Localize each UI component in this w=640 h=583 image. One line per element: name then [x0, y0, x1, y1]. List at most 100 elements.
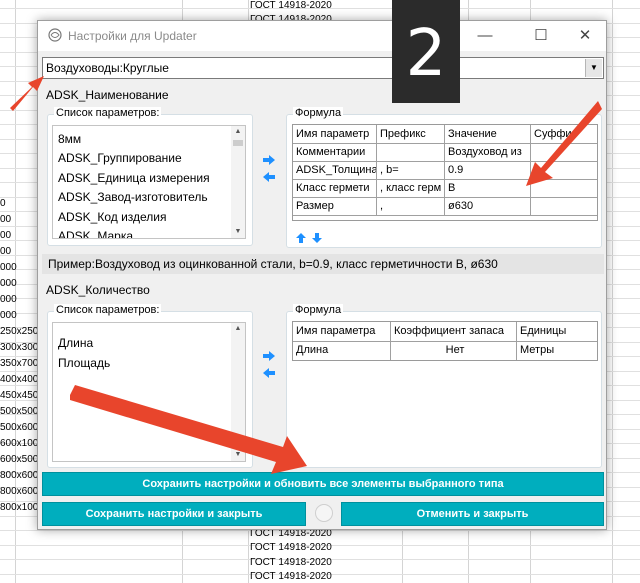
column-header[interactable]: Суффи — [531, 125, 597, 144]
table-cell[interactable] — [531, 162, 597, 180]
bg-size-cell: 000 — [0, 278, 17, 289]
table-cell[interactable]: ADSK_Толщина — [293, 162, 377, 180]
qty-formula-label: Формула — [293, 304, 344, 316]
scroll-thumb[interactable] — [233, 140, 243, 146]
column-header[interactable]: Значение — [445, 125, 531, 144]
table-cell[interactable]: B — [445, 180, 531, 198]
app-swirl-icon — [48, 28, 62, 42]
column-header[interactable]: Префикс — [377, 125, 445, 144]
scroll-down-icon[interactable]: ▼ — [231, 449, 245, 461]
column-header[interactable]: Имя параметр — [293, 125, 377, 144]
move-down-arrow-icon[interactable] — [311, 232, 323, 244]
name-formula-label: Формула — [293, 107, 344, 119]
list-item[interactable]: ADSK_Код изделия — [58, 210, 167, 224]
table-cell[interactable]: , b= — [377, 162, 445, 180]
bg-size-cell: 000 — [0, 294, 17, 305]
family-type-value: Воздуховоды:Круглые — [46, 61, 169, 75]
bg-size-cell: 00 — [0, 214, 12, 225]
name-formula-table[interactable]: Имя параметр Префикс Значение Суффи Комм… — [292, 124, 598, 221]
table-cell[interactable]: Класс гермети — [293, 180, 377, 198]
bg-size-cell: 350x700 — [0, 358, 39, 369]
table-cell[interactable]: Комментарии — [293, 144, 377, 162]
cancel-and-close-button[interactable]: Отменить и закрыть — [341, 502, 604, 526]
list-item[interactable]: ADSK_Марка — [58, 229, 133, 238]
save-and-update-button[interactable]: Сохранить настройки и обновить все элеме… — [42, 472, 604, 496]
qty-formula-table[interactable]: Имя параметра Коэффициент запаса Единицы… — [292, 321, 598, 361]
list-item[interactable]: Площадь — [58, 356, 110, 370]
list-item[interactable]: ADSK_Единица измерения — [58, 171, 210, 185]
minimize-button[interactable]: — — [468, 25, 502, 47]
window-title: Настройки для Updater — [68, 29, 197, 43]
table-cell[interactable] — [531, 144, 597, 162]
bg-size-cell: 450x450 — [0, 390, 39, 401]
bg-size-cell: 500x500 — [0, 406, 39, 417]
table-cell[interactable]: 0.9 — [445, 162, 531, 180]
qty-section-title: ADSK_Количество — [46, 283, 150, 297]
bg-size-cell: 250x250 — [0, 326, 39, 337]
column-header[interactable]: Имя параметра — [293, 322, 391, 342]
table-cell[interactable]: Длина — [293, 342, 391, 360]
qty-params-frame: Список параметров: Длина Площадь ▲ ▼ — [47, 304, 253, 468]
move-up-arrow-icon[interactable] — [295, 232, 307, 244]
bg-size-cell: 600x500 — [0, 454, 39, 465]
bg-size-cell: 00 — [0, 230, 12, 241]
scroll-up-icon[interactable]: ▲ — [231, 126, 245, 138]
chevron-down-icon[interactable]: ▼ — [585, 59, 602, 77]
scroll-up-icon[interactable]: ▲ — [231, 323, 245, 335]
table-cell[interactable] — [377, 144, 445, 162]
table-cell[interactable]: Воздуховод из — [445, 144, 531, 162]
example-label: Пример: — [48, 257, 95, 271]
name-params-scrollbar[interactable]: ▲ ▼ — [231, 126, 245, 238]
maximize-button[interactable]: ☐ — [524, 25, 558, 47]
settings-dialog: Настройки для Updater — ☐ ✕ Воздуховоды:… — [37, 20, 607, 530]
table-cell[interactable] — [531, 180, 597, 198]
bg-gost-cell: ГОСТ 14918-2020 — [250, 542, 332, 553]
table-cell[interactable]: Нет — [391, 342, 517, 360]
column-header[interactable]: Коэффициент запаса — [391, 322, 517, 342]
list-item[interactable]: ADSK_Завод-изготовитель — [58, 190, 208, 204]
bg-gost-cell: ГОСТ 14918-2020 — [250, 557, 332, 568]
list-item[interactable]: 8мм — [58, 132, 81, 146]
bg-size-cell: 00 — [0, 246, 12, 257]
table-cell[interactable] — [531, 198, 597, 216]
table-cell[interactable]: , класс герм — [377, 180, 445, 198]
bg-size-cell: 000 — [0, 262, 17, 273]
qty-params-list[interactable]: Длина Площадь ▲ ▼ — [52, 322, 246, 462]
table-cell[interactable]: ø630 — [445, 198, 531, 216]
move-right-arrow-icon[interactable] — [262, 350, 276, 362]
name-section-title: ADSK_Наименование — [46, 88, 169, 102]
list-item[interactable]: ADSK_Группирование — [58, 151, 182, 165]
circle-indicator-icon — [315, 504, 333, 522]
bg-size-cell: 400x400 — [0, 374, 39, 385]
close-button[interactable]: ✕ — [568, 25, 602, 47]
bg-size-cell: 300x300 — [0, 342, 39, 353]
qty-formula-frame: Формула Имя параметра Коэффициент запаса… — [286, 304, 602, 468]
column-header[interactable]: Единицы — [517, 322, 597, 342]
name-params-frame: Список параметров: 8мм ADSK_Группировани… — [47, 107, 253, 246]
example-text: Воздуховод из оцинкованной стали, b=0.9,… — [95, 257, 498, 271]
name-formula-frame: Формула Имя параметр Префикс Значение Су… — [286, 107, 602, 248]
qty-params-scrollbar[interactable]: ▲ ▼ — [231, 323, 245, 461]
table-cell[interactable]: Метры — [517, 342, 597, 360]
table-cell[interactable]: , — [377, 198, 445, 216]
list-item[interactable]: Длина — [58, 336, 93, 350]
name-params-list[interactable]: 8мм ADSK_Группирование ADSK_Единица изме… — [52, 125, 246, 239]
bg-size-cell: 800x600 — [0, 470, 39, 481]
bg-size-cell: 500x600 — [0, 422, 39, 433]
qty-params-label: Список параметров: — [54, 304, 162, 316]
table-cell[interactable]: Размер — [293, 198, 377, 216]
title-bar: Настройки для Updater — ☐ ✕ — [38, 21, 606, 51]
save-and-close-button[interactable]: Сохранить настройки и закрыть — [42, 502, 306, 526]
name-params-label: Список параметров: — [54, 107, 162, 119]
move-right-arrow-icon[interactable] — [262, 154, 276, 166]
example-bar: Пример: Воздуховод из оцинкованной стали… — [42, 254, 604, 274]
bg-size-cell: 0 — [0, 198, 6, 209]
scroll-down-icon[interactable]: ▼ — [231, 226, 245, 238]
bg-size-cell: 000 — [0, 310, 17, 321]
bg-gost-cell: ГОСТ 14918-2020 — [250, 571, 332, 582]
move-left-arrow-icon[interactable] — [262, 171, 276, 183]
step-number-badge: 2 — [392, 0, 460, 103]
family-type-select[interactable]: Воздуховоды:Круглые ▼ — [42, 57, 604, 79]
bg-size-cell: 800x600 — [0, 486, 39, 497]
move-left-arrow-icon[interactable] — [262, 367, 276, 379]
